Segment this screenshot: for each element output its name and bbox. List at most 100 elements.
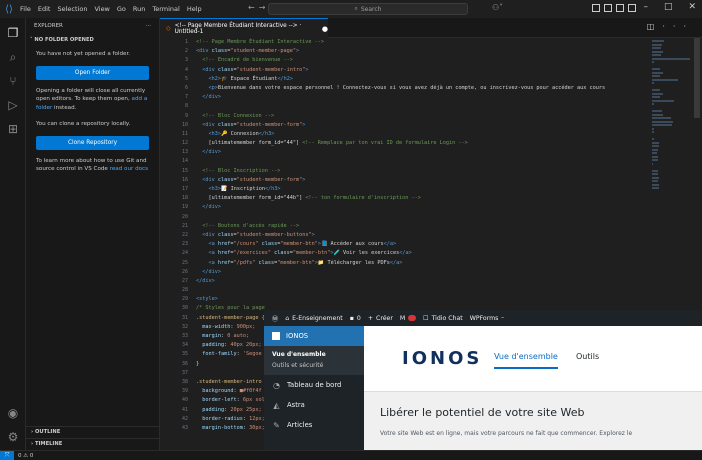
code-token: [ultimatemember form_id="44"] — [196, 140, 303, 147]
no-folder-section[interactable]: ˅ NO FOLDER OPENED — [26, 34, 159, 46]
code-line[interactable]: <style> — [196, 295, 646, 304]
code-token: </div> — [196, 94, 221, 101]
source-control-icon[interactable]: ⑂ — [6, 74, 20, 88]
code-line[interactable]: </div> — [196, 268, 646, 277]
menu-edit[interactable]: Edit — [38, 5, 51, 13]
code-line[interactable]: <!-- Bloc Inscription --> — [196, 167, 646, 176]
menu-selection[interactable]: Selection — [57, 5, 87, 13]
settings-gear-icon[interactable]: ⚙ — [6, 430, 20, 444]
menu-view[interactable]: View — [94, 5, 109, 13]
menu-file[interactable]: File — [20, 5, 31, 13]
editor-tab-untitled[interactable]: ◇ <!-- Page Membre Étudiant Interactive … — [160, 18, 328, 38]
code-line[interactable]: </div> — [196, 93, 646, 102]
remote-indicator-icon[interactable]: ⤧ — [0, 450, 14, 460]
code-line[interactable]: <h3>🔑 Connexion</h3> — [196, 130, 646, 139]
command-search-box[interactable]: ⌕ Search — [268, 3, 468, 15]
open-folder-button[interactable]: Open Folder — [36, 65, 149, 80]
line-number: 16 — [181, 176, 188, 183]
tab-overview[interactable]: Vue d'ensemble — [494, 352, 558, 369]
tidio-chat-item[interactable]: ☐ Tidio Chat — [423, 315, 463, 322]
code-line[interactable]: <!-- Encadré de bienvenue --> — [196, 56, 646, 65]
code-line[interactable]: <!-- Bloc Connexion --> — [196, 112, 646, 121]
editor-scrollbar-thumb[interactable] — [694, 38, 700, 118]
code-line[interactable]: </div> — [196, 277, 646, 286]
minimap-line — [652, 138, 655, 140]
code-line[interactable] — [196, 102, 646, 111]
menu-run[interactable]: Run — [133, 5, 145, 13]
submenu-tools-security[interactable]: Outils et sécurité — [264, 360, 364, 371]
code-token: 🎓 Espace Étudiant — [221, 75, 278, 82]
search-activity-icon[interactable]: ⌕ — [6, 50, 20, 64]
plugin-notification-item[interactable]: M — [400, 315, 416, 322]
more-actions-icon[interactable]: ··· — [662, 22, 694, 31]
menu-go[interactable]: Go — [117, 5, 126, 13]
wp-logo-icon[interactable]: Ⓦ — [272, 314, 278, 323]
wp-menu-ionos[interactable]: IONOS — [264, 326, 364, 346]
code-token: </div> — [196, 277, 215, 284]
code-line[interactable]: <!-- Boutons d'accès rapide --> — [196, 222, 646, 231]
wp-menu-articles[interactable]: ✎ Articles — [264, 415, 364, 435]
code-line[interactable]: <h3>📝 Inscription</h3> — [196, 185, 646, 194]
copilot-icon[interactable]: ⚇˅ — [492, 3, 503, 12]
more-actions-icon[interactable]: ··· — [146, 23, 151, 29]
split-editor-icon[interactable]: ◫ — [647, 22, 663, 31]
code-line[interactable]: <a href="/pdfs" class="member-btn">📁 Tél… — [196, 259, 646, 268]
code-line[interactable] — [196, 213, 646, 222]
code-line[interactable] — [196, 157, 646, 166]
code-line[interactable]: </div> — [196, 203, 646, 212]
account-icon[interactable]: ◉ — [6, 406, 20, 420]
code-line[interactable]: <div class="student-member-form"> — [196, 176, 646, 185]
articles-label: Articles — [287, 421, 313, 429]
maximize-icon[interactable]: □ — [664, 2, 673, 12]
code-token: 40px 20px; — [230, 342, 262, 349]
read-docs-link[interactable]: read our docs — [110, 166, 148, 172]
minimap[interactable] — [652, 40, 690, 189]
code-line[interactable]: <div class="student-member-buttons"> — [196, 231, 646, 240]
minimap-line — [652, 89, 661, 91]
run-debug-icon[interactable]: ▷ — [6, 98, 20, 112]
toggle-secondary-sidebar-icon[interactable] — [616, 4, 624, 12]
wpforms-item[interactable]: WPForms ᵕ — [470, 315, 504, 322]
toggle-sidebar-icon[interactable] — [592, 4, 600, 12]
code-line[interactable]: <div class="student-member-form"> — [196, 121, 646, 130]
new-content-item[interactable]: + Créer — [368, 315, 393, 322]
code-line[interactable]: <p>Bienvenue dans votre espace personnel… — [196, 84, 646, 93]
clone-repository-button[interactable]: Clone Repository — [36, 135, 149, 150]
site-name-item[interactable]: ⌂ E-Enseignement — [285, 315, 343, 322]
extensions-icon[interactable]: ⊞ — [6, 122, 20, 136]
unsaved-dot-icon[interactable]: ● — [322, 25, 328, 33]
minimize-icon[interactable]: – — [643, 2, 648, 12]
code-line[interactable]: [ultimatemember form_id="44b"] <!-- ton … — [196, 194, 646, 203]
code-line[interactable]: <!-- Page Membre Étudiant Interactive --… — [196, 38, 646, 47]
tab-tools[interactable]: Outils — [576, 352, 599, 361]
line-number: 28 — [181, 287, 188, 294]
menu-terminal[interactable]: Terminal — [152, 5, 179, 13]
customize-layout-icon[interactable] — [628, 4, 636, 12]
code-line[interactable]: <a href="/cours" class="member-btn">📘 Ac… — [196, 240, 646, 249]
submenu-overview[interactable]: Vue d'ensemble — [264, 349, 364, 360]
code-token: <div — [196, 66, 218, 73]
code-line[interactable]: <a href="/exercices" class="member-btn">… — [196, 249, 646, 258]
code-line[interactable]: [ultimatemember form_id="44"] <!-- Rempl… — [196, 139, 646, 148]
wp-menu-dashboard[interactable]: ◔ Tableau de bord — [264, 375, 364, 395]
minimap-line — [652, 131, 654, 133]
code-token: > — [295, 48, 300, 55]
toggle-panel-icon[interactable] — [604, 4, 612, 12]
explorer-icon[interactable]: ❐ — [6, 26, 20, 40]
code-line[interactable]: <div class="student-member-page"> — [196, 47, 646, 56]
menu-help[interactable]: Help — [187, 5, 202, 13]
code-line[interactable] — [196, 286, 646, 295]
comments-item[interactable]: ▪ 0 — [350, 315, 361, 322]
code-line[interactable]: </div> — [196, 148, 646, 157]
code-token: 12px; — [249, 415, 265, 422]
code-line[interactable]: <h2>🎓 Espace Étudiant</h2> — [196, 75, 646, 84]
code-token: 0 auto; — [227, 333, 250, 339]
timeline-section[interactable]: › TIMELINE — [26, 438, 160, 448]
nav-arrows-icon[interactable]: ←→ — [248, 3, 269, 12]
line-number: 19 — [181, 204, 188, 211]
outline-section[interactable]: › OUTLINE — [26, 426, 160, 436]
problems-count[interactable]: 0 ⚠ 0 — [14, 453, 33, 459]
wp-menu-astra[interactable]: ◭ Astra — [264, 395, 364, 415]
code-line[interactable]: <div class="student-member-intro"> — [196, 66, 646, 75]
close-icon[interactable]: ✕ — [688, 2, 696, 12]
